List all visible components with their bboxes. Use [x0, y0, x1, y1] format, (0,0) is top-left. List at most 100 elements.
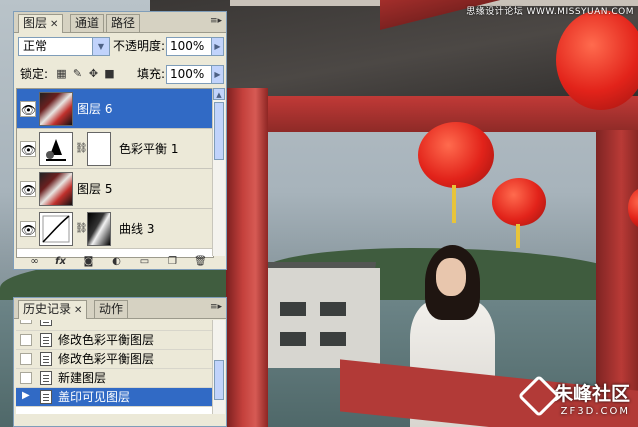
- red-lantern: [556, 10, 638, 110]
- layer-row[interactable]: 👁 图层 6: [17, 89, 213, 129]
- lantern-tassel: [516, 224, 520, 248]
- snapshot-checkbox[interactable]: [20, 372, 32, 384]
- fx-icon[interactable]: fx: [54, 256, 67, 268]
- tab-paths[interactable]: 路径: [106, 14, 141, 32]
- snapshot-checkbox[interactable]: [20, 353, 32, 365]
- opacity-label: 不透明度:: [113, 39, 166, 53]
- watermark-top: 思缘设计论坛 WWW.MISSYUAN.COM: [466, 7, 634, 17]
- history-item-selected[interactable]: ▶ 盖印可见图层: [16, 388, 212, 407]
- close-icon[interactable]: ✕: [74, 305, 82, 316]
- opacity-arrow-icon[interactable]: ▶: [211, 37, 224, 56]
- layer-list: 👁 图层 6 👁 ⛓ 色彩平衡 1 👁 图层 5 👁 ⛓ 曲线 3: [16, 88, 214, 258]
- tab-layers-label: 图层: [23, 16, 48, 30]
- history-state-icon: [40, 320, 52, 326]
- lock-transparent-icon[interactable]: ▦: [56, 68, 67, 79]
- building-window: [320, 302, 346, 316]
- watermark-logo: 朱峰社区 ZF3D.COM: [517, 374, 630, 418]
- opacity-input[interactable]: 100%: [166, 37, 212, 56]
- history-item[interactable]: 修改色彩平衡图层: [16, 350, 212, 369]
- fill-arrow-icon[interactable]: ▶: [211, 65, 224, 84]
- history-state-icon: [40, 333, 52, 347]
- history-item-label: 盖印可见图层: [58, 390, 131, 404]
- tab-layers[interactable]: 图层 ✕: [18, 14, 64, 33]
- layer-name[interactable]: 图层 6: [77, 101, 112, 117]
- layers-bottom-toolbar: ∞ fx ◙ ◐ ▭ ❐ 🗑: [14, 255, 226, 269]
- history-item[interactable]: 修改色彩平衡图层: [16, 331, 212, 350]
- tab-history-label: 历史记录: [23, 302, 72, 316]
- tab-actions-label: 动作: [99, 302, 124, 316]
- history-state-icon: [40, 390, 52, 404]
- watermark-logo-sub: ZF3D.COM: [560, 406, 630, 417]
- layer-row[interactable]: 👁 ⛓ 色彩平衡 1: [17, 129, 213, 169]
- history-item-label: 新建图层: [58, 371, 107, 385]
- tab-actions[interactable]: 动作: [94, 300, 129, 318]
- chevron-down-icon[interactable]: ▼: [92, 38, 109, 55]
- lock-label: 锁定:: [20, 67, 49, 81]
- red-pillar: [226, 88, 268, 427]
- visibility-eye-icon[interactable]: 👁: [20, 221, 36, 237]
- link-icon[interactable]: ∞: [28, 256, 41, 268]
- blend-opacity-row: 正常 ▼ 不透明度: 100% ▶: [14, 34, 226, 60]
- close-icon[interactable]: ✕: [50, 19, 58, 30]
- layer-row[interactable]: 👁 ⛓ 曲线 3: [17, 209, 213, 249]
- blend-mode-select[interactable]: 正常 ▼: [18, 37, 110, 56]
- blend-mode-value: 正常: [23, 39, 48, 53]
- snapshot-checkbox[interactable]: [20, 334, 32, 346]
- visibility-eye-icon[interactable]: 👁: [20, 101, 36, 117]
- building-window: [280, 332, 306, 346]
- chain-link-icon[interactable]: ⛓: [75, 143, 88, 154]
- layer-mask-thumbnail[interactable]: [87, 132, 111, 166]
- snapshot-checkbox[interactable]: [20, 320, 32, 324]
- history-item-label: 修改色彩平衡图层: [58, 333, 155, 347]
- history-item[interactable]: 新建图层: [16, 369, 212, 388]
- lantern-tassel: [452, 185, 456, 223]
- layer-thumbnail: [39, 92, 73, 126]
- layer-row[interactable]: 👁 图层 5: [17, 169, 213, 209]
- lock-pixels-icon[interactable]: ✎: [72, 68, 83, 79]
- layers-scrollbar[interactable]: ▲: [212, 88, 225, 256]
- tab-channels[interactable]: 通道: [70, 14, 105, 32]
- tab-history[interactable]: 历史记录 ✕: [18, 300, 88, 319]
- history-state-icon: [40, 371, 52, 385]
- visibility-eye-icon[interactable]: 👁: [20, 181, 36, 197]
- history-scrollbar[interactable]: [212, 320, 225, 414]
- scale-icon: [46, 139, 66, 161]
- watermark-logo-text: 朱峰社区: [553, 383, 630, 405]
- panel-menu-icon[interactable]: ≡▸: [209, 15, 223, 28]
- fill-input[interactable]: 100%: [166, 65, 212, 84]
- curves-icon: [42, 215, 70, 243]
- layer-name[interactable]: 色彩平衡 1: [119, 141, 178, 157]
- tab-paths-label: 路径: [111, 16, 136, 30]
- scroll-thumb[interactable]: [214, 102, 224, 160]
- history-tabbar: 历史记录 ✕ 动作 ≡▸: [14, 298, 226, 319]
- lock-all-icon[interactable]: ■: [104, 68, 115, 79]
- history-item-partial[interactable]: [16, 320, 212, 331]
- folder-icon[interactable]: ▭: [138, 256, 151, 268]
- history-item-label: 修改色彩平衡图层: [58, 352, 155, 366]
- layers-tabbar: 图层 ✕ 通道 路径 ≡▸: [14, 12, 226, 33]
- layer-mask-thumbnail[interactable]: [87, 212, 111, 246]
- history-state-icon: [40, 352, 52, 366]
- history-panel: 历史记录 ✕ 动作 ≡▸ 修改色彩平衡图层 修改色彩平衡图层 新建图层 ▶ 盖印…: [13, 297, 227, 427]
- scroll-thumb[interactable]: [214, 360, 224, 400]
- mask-icon[interactable]: ◙: [82, 256, 95, 268]
- layer-name[interactable]: 图层 5: [77, 181, 112, 197]
- visibility-eye-icon[interactable]: 👁: [20, 141, 36, 157]
- curves-adjustment-icon: [39, 212, 73, 246]
- lock-position-icon[interactable]: ✥: [88, 68, 99, 79]
- red-lantern: [492, 178, 546, 226]
- trash-icon[interactable]: 🗑: [194, 256, 207, 268]
- history-list: 修改色彩平衡图层 修改色彩平衡图层 新建图层 ▶ 盖印可见图层: [16, 320, 212, 414]
- scroll-up-icon[interactable]: ▲: [213, 88, 225, 100]
- woman-face: [436, 258, 466, 296]
- layers-panel: 图层 ✕ 通道 路径 ≡▸ 正常 ▼ 不透明度: 100% ▶ 锁定: ▦ ✎ ✥…: [13, 11, 227, 270]
- layer-thumbnail: [39, 172, 73, 206]
- panel-menu-icon[interactable]: ≡▸: [209, 301, 223, 314]
- layer-name[interactable]: 曲线 3: [119, 221, 154, 237]
- building-window: [320, 332, 346, 346]
- adjustment-icon[interactable]: ◐: [110, 256, 123, 268]
- tab-channels-label: 通道: [75, 16, 100, 30]
- chain-link-icon[interactable]: ⛓: [75, 223, 88, 234]
- lock-fill-row: 锁定: ▦ ✎ ✥ ■ 填充: 100% ▶: [14, 64, 226, 86]
- new-layer-icon[interactable]: ❐: [166, 256, 179, 268]
